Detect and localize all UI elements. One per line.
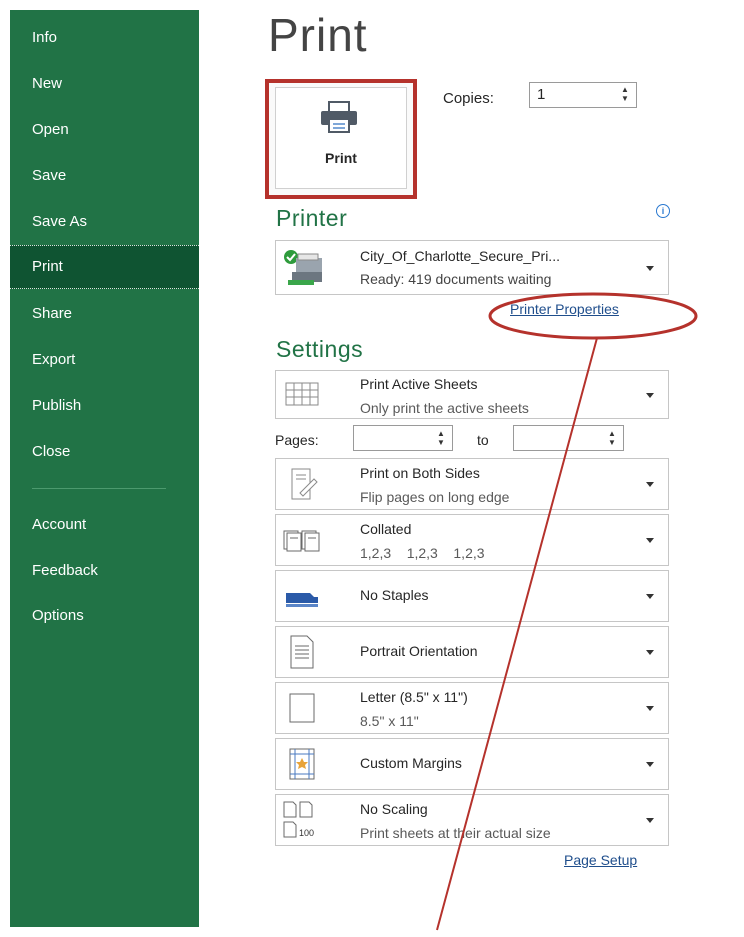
chevron-down-icon [646, 265, 654, 271]
sidebar-item-print[interactable]: Print [10, 245, 199, 289]
copies-spin-buttons[interactable]: ▲ ▼ [620, 85, 630, 103]
custom-margins-icon [289, 748, 315, 780]
copies-stepper[interactable]: 1 ▲ ▼ [529, 82, 637, 108]
portrait-orientation-icon [290, 635, 314, 669]
active-sheets-icon [285, 382, 319, 405]
chevron-down-icon [646, 538, 654, 543]
pages-to-input[interactable]: ▲ ▼ [513, 425, 624, 451]
paper-size-title: Letter (8.5" x 11") [360, 689, 468, 705]
print-what-subtitle: Only print the active sheets [360, 400, 529, 416]
page-setup-link[interactable]: Page Setup [564, 852, 637, 868]
chevron-down-icon [646, 392, 654, 398]
collation-dropdown[interactable]: Collated 1,2,3 1,2,3 1,2,3 [275, 514, 669, 566]
margins-title: Custom Margins [360, 755, 462, 771]
sidebar-item-info[interactable]: Info [10, 16, 199, 60]
sidebar-item-export[interactable]: Export [10, 338, 199, 382]
chevron-down-icon [646, 762, 654, 767]
orientation-title: Portrait Orientation [360, 643, 478, 659]
page-title: Print [268, 9, 368, 61]
scaling-icon-text: 100 [299, 828, 314, 838]
paper-size-dropdown[interactable]: Letter (8.5" x 11") 8.5" x 11" [275, 682, 669, 734]
sides-subtitle: Flip pages on long edge [360, 489, 510, 505]
printer-properties-link[interactable]: Printer Properties [510, 301, 619, 317]
sides-title: Print on Both Sides [360, 465, 480, 481]
sidebar-item-share[interactable]: Share [10, 292, 199, 336]
scaling-subtitle: Print sheets at their actual size [360, 825, 551, 841]
chevron-down-icon [646, 706, 654, 711]
print-what-dropdown[interactable]: Print Active Sheets Only print the activ… [275, 370, 669, 419]
copies-value: 1 [537, 86, 546, 103]
printer-icon [321, 101, 357, 133]
sidebar-item-account[interactable]: Account [10, 503, 199, 547]
staple-icon [286, 593, 318, 607]
print-button[interactable]: Print [265, 79, 417, 199]
orientation-dropdown[interactable]: Portrait Orientation [275, 626, 669, 678]
printer-ready-icon [284, 249, 322, 285]
print-button-label: Print [325, 150, 357, 166]
sidebar-item-open[interactable]: Open [10, 108, 199, 152]
sidebar-item-publish[interactable]: Publish [10, 384, 199, 428]
paper-size-icon [289, 693, 315, 723]
pages-from-spin[interactable]: ▲ ▼ [436, 429, 446, 447]
pages-to-label: to [477, 432, 489, 448]
printer-status: Ready: 419 documents waiting [360, 271, 552, 287]
chevron-down-icon [646, 818, 654, 823]
printer-section-title: Printer [276, 205, 348, 231]
sidebar-item-new[interactable]: New [10, 62, 199, 106]
staples-dropdown[interactable]: No Staples [275, 570, 669, 622]
chevron-down-icon [646, 594, 654, 599]
sidebar-item-options[interactable]: Options [10, 594, 199, 638]
staples-title: No Staples [360, 587, 429, 603]
info-icon[interactable]: i [656, 204, 670, 218]
sidebar-item-save-as[interactable]: Save As [10, 200, 199, 244]
scaling-title: No Scaling [360, 801, 428, 817]
chevron-down-icon [646, 650, 654, 655]
printer-name: City_Of_Charlotte_Secure_Pri... [360, 248, 560, 264]
duplex-icon [291, 468, 318, 500]
chevron-down-icon [646, 482, 654, 487]
margins-dropdown[interactable]: Custom Margins [275, 738, 669, 790]
sidebar-divider [32, 488, 166, 489]
collated-icon [283, 530, 320, 552]
collation-subtitle: 1,2,3 1,2,3 1,2,3 [360, 545, 485, 561]
sidebar-item-save[interactable]: Save [10, 154, 199, 198]
backstage-sidebar: Info New Open Save Save As Print Share E… [10, 10, 199, 927]
collation-title: Collated [360, 521, 412, 537]
paper-size-subtitle: 8.5" x 11" [360, 713, 419, 729]
pages-label: Pages: [275, 432, 319, 448]
printer-dropdown[interactable]: City_Of_Charlotte_Secure_Pri... Ready: 4… [275, 240, 669, 295]
sides-dropdown[interactable]: Print on Both Sides Flip pages on long e… [275, 458, 669, 510]
copies-label: Copies: [443, 90, 494, 107]
pages-to-spin[interactable]: ▲ ▼ [607, 429, 617, 447]
pages-from-input[interactable]: ▲ ▼ [353, 425, 453, 451]
scaling-dropdown[interactable]: 100 No Scaling Print sheets at their act… [275, 794, 669, 846]
settings-section-title: Settings [276, 336, 364, 362]
print-what-title: Print Active Sheets [360, 376, 478, 392]
sidebar-item-close[interactable]: Close [10, 430, 199, 474]
no-scaling-icon: 100 [283, 801, 314, 838]
sidebar-item-feedback[interactable]: Feedback [10, 549, 199, 593]
